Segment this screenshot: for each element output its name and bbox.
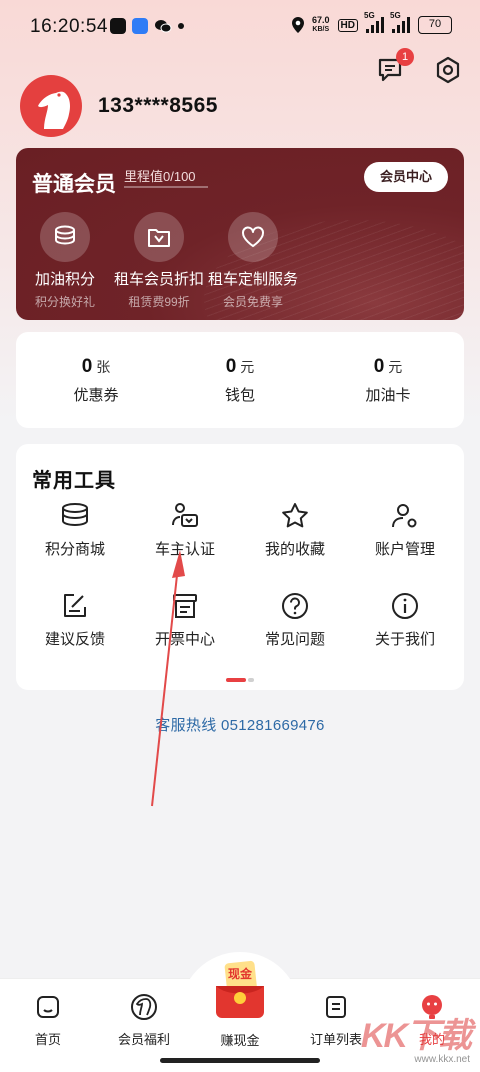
tool-faq[interactable]: 常见问题 xyxy=(239,590,351,649)
tool-about-us[interactable]: 关于我们 xyxy=(349,590,461,649)
tool-owner-verify[interactable]: 车主认证 xyxy=(129,500,241,559)
net-label-1: 5G xyxy=(364,11,375,20)
cash-badge-text-1: 现金 xyxy=(228,966,253,981)
customer-hotline-link[interactable]: 客服热线 051281669476 xyxy=(0,714,480,735)
tool-label: 我的收藏 xyxy=(264,541,325,558)
wallet-fuel-card[interactable]: 0元 加油卡 xyxy=(318,356,458,405)
tab-member-benefits[interactable]: 会员福利 xyxy=(96,993,192,1048)
owner-verify-icon xyxy=(169,500,201,532)
tool-account-management[interactable]: 账户管理 xyxy=(349,500,461,559)
member-level: 普通会员 xyxy=(32,173,116,196)
tool-label: 车主认证 xyxy=(154,541,215,558)
tab-label: 会员福利 xyxy=(117,1032,170,1047)
wallet-unit: 张 xyxy=(96,359,111,375)
status-time: 16:20:54 xyxy=(30,16,108,37)
wallet-unit: 元 xyxy=(240,359,255,375)
tool-label: 积分商城 xyxy=(44,541,105,558)
tool-invoice-center[interactable]: 开票中心 xyxy=(129,590,241,649)
benefit-custom-service[interactable]: 租车定制服务 会员免费享 xyxy=(198,212,308,310)
wallet-value: 0 xyxy=(81,356,93,377)
coins-icon xyxy=(59,500,91,532)
speed-unit: KB/S xyxy=(312,26,330,33)
tab-label: 赚现金 xyxy=(220,1033,260,1048)
star-icon xyxy=(279,500,311,532)
page-indicator xyxy=(226,678,254,682)
watermark-logo: KK下载 xyxy=(360,1017,472,1055)
wechat-icon xyxy=(154,18,172,34)
benefit-sub: 会员免费享 xyxy=(222,295,283,309)
wallet-label: 优惠券 xyxy=(73,387,119,404)
mileage-text: 里程值0/100 xyxy=(124,169,196,184)
wallet-label: 加油卡 xyxy=(365,387,411,404)
horse-logo-icon xyxy=(38,91,70,129)
settings-icon xyxy=(436,56,460,84)
avatar[interactable] xyxy=(20,75,82,137)
order-list-icon xyxy=(322,993,350,1021)
net-label-2: 5G xyxy=(390,11,401,20)
notification-icons xyxy=(110,18,184,34)
wallet-balance[interactable]: 0元 钱包 xyxy=(170,356,310,405)
wallet-unit: 元 xyxy=(388,359,403,375)
signal-icon-1: 5G xyxy=(364,11,384,33)
tab-label: 首页 xyxy=(34,1032,61,1047)
tool-label: 关于我们 xyxy=(374,631,435,648)
message-badge: 1 xyxy=(396,48,414,66)
message-button[interactable]: 1 xyxy=(374,48,414,86)
watermark-url: www.kkx.net xyxy=(414,1054,470,1065)
home-icon xyxy=(34,993,62,1021)
location-icon xyxy=(292,17,305,33)
wallet-card: 0张 优惠券 0元 钱包 0元 加油卡 xyxy=(16,332,464,428)
home-indicator[interactable] xyxy=(160,1058,320,1063)
network-speed: 67.0 KB/S xyxy=(312,16,330,34)
tool-label: 账户管理 xyxy=(374,541,435,558)
page-dot xyxy=(248,678,254,682)
invoice-icon xyxy=(169,590,201,622)
battery-icon: 70 xyxy=(418,16,452,34)
app-notification-icon xyxy=(132,18,148,34)
question-icon xyxy=(279,590,311,622)
info-icon xyxy=(389,590,421,622)
mileage-progress-bar xyxy=(124,186,208,188)
settings-button[interactable] xyxy=(432,54,464,86)
wallet-label: 钱包 xyxy=(224,387,255,404)
wallet-value: 0 xyxy=(373,356,385,377)
username: 133****8565 xyxy=(98,94,218,117)
tool-points-mall[interactable]: 积分商城 xyxy=(19,500,131,559)
rental-discount-icon xyxy=(134,212,184,262)
signal-icon-2: 5G xyxy=(390,11,410,33)
tiktok-icon xyxy=(110,18,126,34)
tab-home[interactable]: 首页 xyxy=(0,993,96,1048)
wallet-coupons[interactable]: 0张 优惠券 xyxy=(26,356,166,405)
benefit-title: 租车定制服务 xyxy=(207,271,298,288)
tools-title: 常用工具 xyxy=(32,470,116,492)
tool-feedback[interactable]: 建议反馈 xyxy=(19,590,131,649)
tab-earn-cash[interactable]: 现金 xyxy=(212,958,268,1020)
red-envelope-icon: 现金 xyxy=(216,960,264,1018)
more-notifications-dot xyxy=(178,23,184,29)
system-status: 67.0 KB/S HD 5G 5G 70 xyxy=(292,11,452,34)
account-settings-icon xyxy=(389,500,421,532)
tool-label: 建议反馈 xyxy=(44,631,105,648)
tool-label: 开票中心 xyxy=(154,631,215,648)
heart-icon xyxy=(228,212,278,262)
speed-value: 67.0 xyxy=(312,15,330,25)
wallet-value: 0 xyxy=(225,356,237,377)
feedback-icon xyxy=(59,590,91,622)
profile[interactable]: 133****8565 xyxy=(20,75,218,137)
member-center-button[interactable]: 会员中心 xyxy=(364,162,448,192)
page-dot-active xyxy=(226,678,246,682)
tool-label: 常见问题 xyxy=(264,631,325,648)
fuel-points-icon xyxy=(40,212,90,262)
member-card[interactable]: 普通会员 里程值0/100 会员中心 加油积分 积分换好礼 租车会员折扣 租赁费… xyxy=(16,148,464,320)
horse-logo-icon xyxy=(130,993,158,1021)
tools-card: 常用工具 积分商城 车主认证 我的收藏 账户管理 建议反馈 开票中心 常见问题 … xyxy=(16,444,464,690)
tool-favorites[interactable]: 我的收藏 xyxy=(239,500,351,559)
watermark: KK下载 www.kkx.net xyxy=(350,1017,472,1065)
hd-icon: HD xyxy=(337,18,358,32)
header-actions: 1 xyxy=(374,48,464,86)
